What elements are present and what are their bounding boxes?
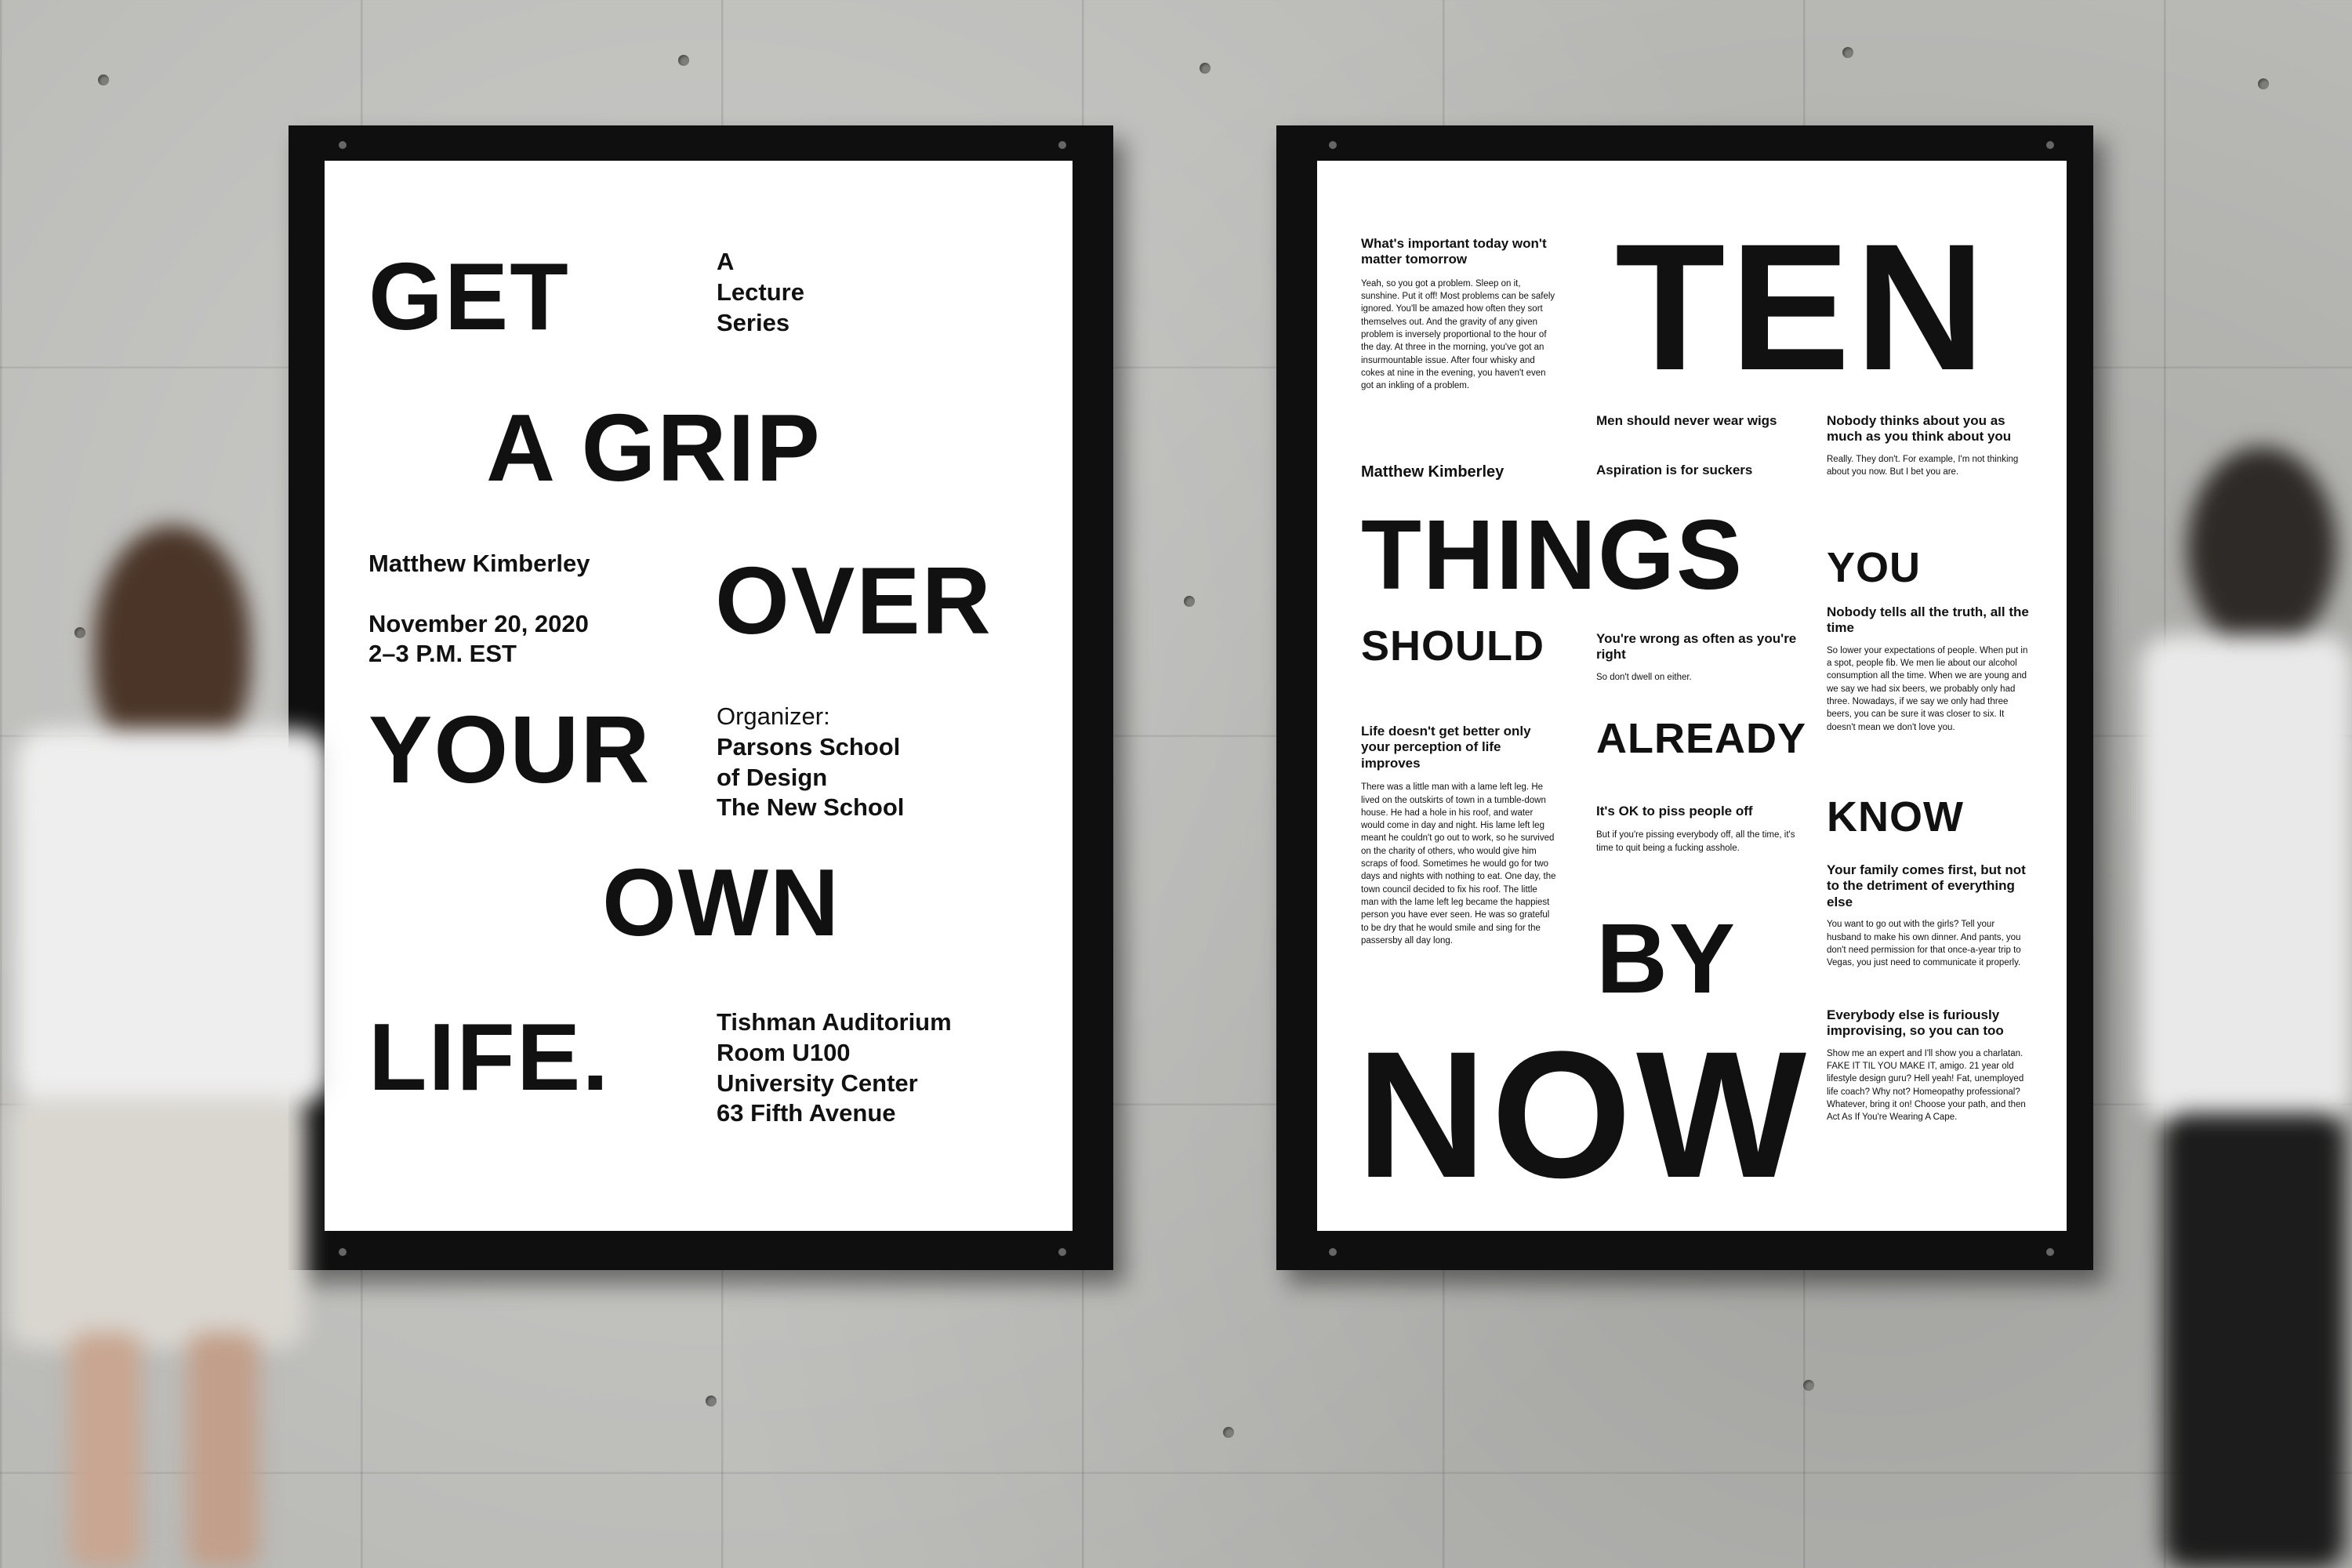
frame-screw	[1329, 141, 1337, 149]
list-item: Everybody else is furiously improvising,…	[1827, 1007, 2031, 1124]
tie-hole	[1223, 1427, 1234, 1438]
tie-hole	[1842, 47, 1853, 58]
frame-screw	[339, 141, 347, 149]
item-heading: It's OK to piss people off	[1596, 804, 1753, 818]
list-item: You're wrong as often as you're right So…	[1596, 631, 1800, 684]
item-heading: Nobody thinks about you as much as you t…	[1827, 413, 2012, 445]
frame-screw	[1058, 1248, 1066, 1256]
item-body: So don't dwell on either.	[1596, 672, 1692, 682]
poster-title-line: YOUR	[368, 696, 652, 803]
list-item: It's OK to piss people off But if you're…	[1596, 804, 1800, 855]
list-item: Men should never wear wigs	[1596, 413, 1800, 429]
poster-title-word: ALREADY	[1596, 715, 1807, 762]
organizer-block: Organizer: Parsons School of Design The …	[717, 702, 905, 822]
item-body: Show me an expert and I'll show you a ch…	[1827, 1048, 2026, 1123]
tie-hole	[706, 1396, 717, 1406]
item-body: You want to go out with the girls? Tell …	[1827, 920, 2021, 968]
blurred-pedestrian-left	[0, 502, 368, 1568]
left-poster: GET A GRIP OVER YOUR OWN LIFE. A Lecture…	[325, 161, 1073, 1231]
list-item: Nobody thinks about you as much as you t…	[1827, 413, 2031, 478]
item-heading: Your family comes first, but not to the …	[1827, 862, 2026, 909]
event-date: November 20, 2020	[368, 610, 589, 637]
item-body: Really. They don't. For example, I'm not…	[1827, 454, 2019, 477]
item-heading: What's important today won't matter tomo…	[1361, 236, 1547, 267]
frame-screw	[1329, 1248, 1337, 1256]
frame-screw	[2046, 141, 2054, 149]
item-heading: You're wrong as often as you're right	[1596, 631, 1797, 662]
poster-title-word: SHOULD	[1361, 622, 1544, 670]
item-body: There was a little man with a lame left …	[1361, 782, 1556, 946]
tie-hole	[1184, 596, 1195, 607]
list-item: Your family comes first, but not to the …	[1827, 862, 2031, 969]
list-item: Nobody tells all the truth, all the time…	[1827, 604, 2031, 734]
tie-hole	[1200, 63, 1210, 74]
poster-title-word: YOU	[1827, 544, 1922, 591]
poster-title-line: GET	[368, 243, 570, 350]
item-body: So lower your expectations of people. Wh…	[1827, 645, 2028, 732]
poster-title-word: NOW	[1356, 1014, 1812, 1215]
item-heading: Life doesn't get better only your percep…	[1361, 724, 1531, 771]
poster-title-word: BY	[1596, 903, 1737, 1014]
poster-title-word: TEN	[1615, 206, 1990, 408]
list-item: What's important today won't matter tomo…	[1361, 236, 1557, 393]
item-heading: Everybody else is furiously improvising,…	[1827, 1007, 2004, 1039]
list-item: Life doesn't get better only your percep…	[1361, 724, 1557, 947]
frame-screw	[1058, 141, 1066, 149]
right-poster: TEN THINGS YOU SHOULD ALREADY KNOW BY NO…	[1317, 161, 2067, 1231]
tie-hole	[1803, 1380, 1814, 1391]
venue-block: Tishman Auditorium Room U100 University …	[717, 1008, 952, 1127]
frame-screw	[2046, 1248, 2054, 1256]
item-heading: Men should never wear wigs	[1596, 413, 1777, 428]
poster-title-line: OWN	[602, 849, 841, 956]
item-heading: Nobody tells all the truth, all the time	[1827, 604, 2029, 636]
tie-hole	[98, 74, 109, 85]
blurred-pedestrian-right	[2101, 439, 2352, 1568]
item-body: Yeah, so you got a problem. Sleep on it,…	[1361, 278, 1555, 391]
item-body: But if you're pissing everybody off, all…	[1596, 830, 1795, 853]
poster-title-word: KNOW	[1827, 793, 1964, 840]
tie-hole	[2258, 78, 2269, 89]
series-label: A Lecture Series	[717, 248, 804, 336]
speaker-name: Matthew Kimberley	[368, 550, 590, 577]
tie-hole	[678, 55, 689, 66]
poster-title-line: LIFE.	[368, 1004, 611, 1110]
list-item: Aspiration is for suckers	[1596, 463, 1800, 478]
author-name: Matthew Kimberley	[1361, 463, 1504, 481]
event-time: 2–3 P.M. EST	[368, 640, 517, 667]
item-heading: Aspiration is for suckers	[1596, 463, 1753, 477]
poster-title-word: THINGS	[1361, 499, 1744, 610]
poster-title-line: OVER	[715, 547, 993, 654]
poster-title-line: A GRIP	[486, 394, 822, 501]
